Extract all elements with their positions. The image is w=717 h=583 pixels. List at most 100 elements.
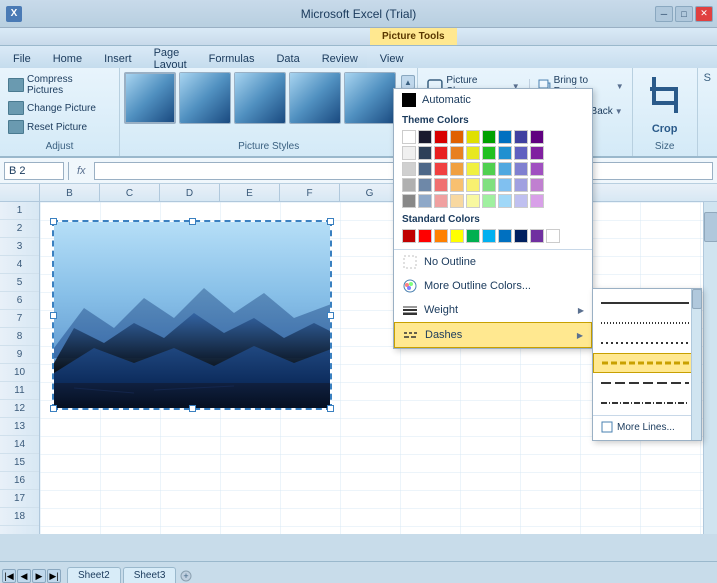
color-swatch[interactable]: [530, 194, 544, 208]
color-swatch[interactable]: [418, 130, 432, 144]
color-swatch[interactable]: [498, 178, 512, 192]
color-swatch[interactable]: [434, 194, 448, 208]
col-header-f[interactable]: F: [280, 184, 340, 202]
menu-item-dashes[interactable]: Dashes ▶: [394, 322, 592, 348]
submenu-scroll-thumb[interactable]: [692, 289, 702, 309]
handle-bot-left[interactable]: [50, 405, 57, 412]
color-swatch[interactable]: [530, 162, 544, 176]
reset-picture-button[interactable]: Reset Picture: [6, 118, 113, 136]
dash-solid[interactable]: [593, 293, 701, 313]
std-color-darkblue[interactable]: [514, 229, 528, 243]
tab-pagelayout[interactable]: Page Layout: [143, 48, 198, 68]
color-swatch[interactable]: [514, 178, 528, 192]
color-swatch[interactable]: [434, 146, 448, 160]
handle-top-right[interactable]: [327, 218, 334, 225]
tab-view[interactable]: View: [369, 48, 415, 68]
submenu-scrollbar[interactable]: [691, 289, 701, 440]
dash-long[interactable]: [593, 373, 701, 393]
sheet-tab-sheet2[interactable]: Sheet2: [67, 567, 121, 583]
sheet-add-button[interactable]: +: [180, 569, 194, 583]
change-picture-button[interactable]: Change Picture: [6, 99, 113, 117]
col-header-b[interactable]: B: [40, 184, 100, 202]
tab-review[interactable]: Review: [311, 48, 369, 68]
col-header-e[interactable]: E: [220, 184, 280, 202]
minimize-button[interactable]: ─: [655, 6, 673, 22]
dash-dashed-med[interactable]: [593, 353, 701, 373]
maximize-button[interactable]: □: [675, 6, 693, 22]
color-swatch[interactable]: [434, 130, 448, 144]
menu-item-automatic[interactable]: Automatic: [394, 89, 592, 111]
color-swatch[interactable]: [450, 194, 464, 208]
color-swatch[interactable]: [434, 162, 448, 176]
tab-data[interactable]: Data: [265, 48, 310, 68]
color-swatch[interactable]: [402, 146, 416, 160]
color-swatch[interactable]: [498, 130, 512, 144]
col-header-g[interactable]: G: [340, 184, 400, 202]
std-color-green[interactable]: [466, 229, 480, 243]
handle-mid-right[interactable]: [327, 312, 334, 319]
styles-scroll-up[interactable]: ▲: [401, 75, 415, 89]
crop-button[interactable]: Crop: [646, 77, 684, 135]
color-swatch[interactable]: [530, 146, 544, 160]
color-swatch[interactable]: [418, 146, 432, 160]
v-scrollbar[interactable]: [703, 202, 717, 534]
color-swatch[interactable]: [402, 194, 416, 208]
tab-insert2[interactable]: Insert: [93, 48, 143, 68]
color-swatch[interactable]: [450, 130, 464, 144]
color-swatch[interactable]: [498, 162, 512, 176]
tab-home2[interactable]: Home: [42, 48, 93, 68]
color-swatch[interactable]: [482, 146, 496, 160]
more-lines-button[interactable]: More Lines...: [593, 418, 701, 436]
color-swatch[interactable]: [402, 162, 416, 176]
color-swatch[interactable]: [450, 162, 464, 176]
color-swatch[interactable]: [466, 178, 480, 192]
color-swatch[interactable]: [482, 178, 496, 192]
handle-top-left[interactable]: [50, 218, 57, 225]
color-swatch[interactable]: [530, 178, 544, 192]
color-swatch[interactable]: [418, 194, 432, 208]
std-color-blue[interactable]: [498, 229, 512, 243]
sheet-nav-next[interactable]: ▶: [32, 569, 46, 583]
color-swatch[interactable]: [482, 194, 496, 208]
sheet-nav-last[interactable]: ▶|: [47, 569, 61, 583]
style-thumb-2[interactable]: [179, 72, 231, 124]
col-header-c[interactable]: C: [100, 184, 160, 202]
sheet-nav-prev[interactable]: ◀: [17, 569, 31, 583]
color-swatch[interactable]: [450, 146, 464, 160]
std-color-white[interactable]: [546, 229, 560, 243]
compress-pictures-button[interactable]: Compress Pictures: [6, 72, 113, 98]
color-swatch[interactable]: [498, 146, 512, 160]
style-thumb-5[interactable]: [344, 72, 396, 124]
color-swatch[interactable]: [466, 194, 480, 208]
v-scroll-thumb[interactable]: [704, 212, 717, 242]
color-swatch[interactable]: [466, 146, 480, 160]
handle-mid-left[interactable]: [50, 312, 57, 319]
dash-dotted-sm[interactable]: [593, 313, 701, 333]
color-swatch[interactable]: [418, 162, 432, 176]
color-swatch[interactable]: [466, 162, 480, 176]
std-color-purple[interactable]: [530, 229, 544, 243]
dash-dotted[interactable]: [593, 333, 701, 353]
std-color-orange[interactable]: [434, 229, 448, 243]
menu-item-more-colors[interactable]: More Outline Colors...: [394, 274, 592, 298]
color-swatch[interactable]: [514, 162, 528, 176]
style-thumb-3[interactable]: [234, 72, 286, 124]
style-thumb-1[interactable]: [124, 72, 176, 124]
std-color-darkred[interactable]: [402, 229, 416, 243]
color-swatch[interactable]: [482, 130, 496, 144]
tab-file2[interactable]: File: [2, 48, 42, 68]
selected-picture[interactable]: [52, 220, 332, 410]
color-swatch[interactable]: [434, 178, 448, 192]
color-swatch[interactable]: [498, 194, 512, 208]
color-swatch[interactable]: [402, 130, 416, 144]
color-swatch[interactable]: [514, 130, 528, 144]
std-color-yellow[interactable]: [450, 229, 464, 243]
color-swatch[interactable]: [482, 162, 496, 176]
color-swatch[interactable]: [514, 194, 528, 208]
style-thumb-4[interactable]: [289, 72, 341, 124]
close-button[interactable]: ✕: [695, 6, 713, 22]
color-swatch[interactable]: [450, 178, 464, 192]
col-header-d[interactable]: D: [160, 184, 220, 202]
handle-bot-right[interactable]: [327, 405, 334, 412]
color-swatch[interactable]: [530, 130, 544, 144]
